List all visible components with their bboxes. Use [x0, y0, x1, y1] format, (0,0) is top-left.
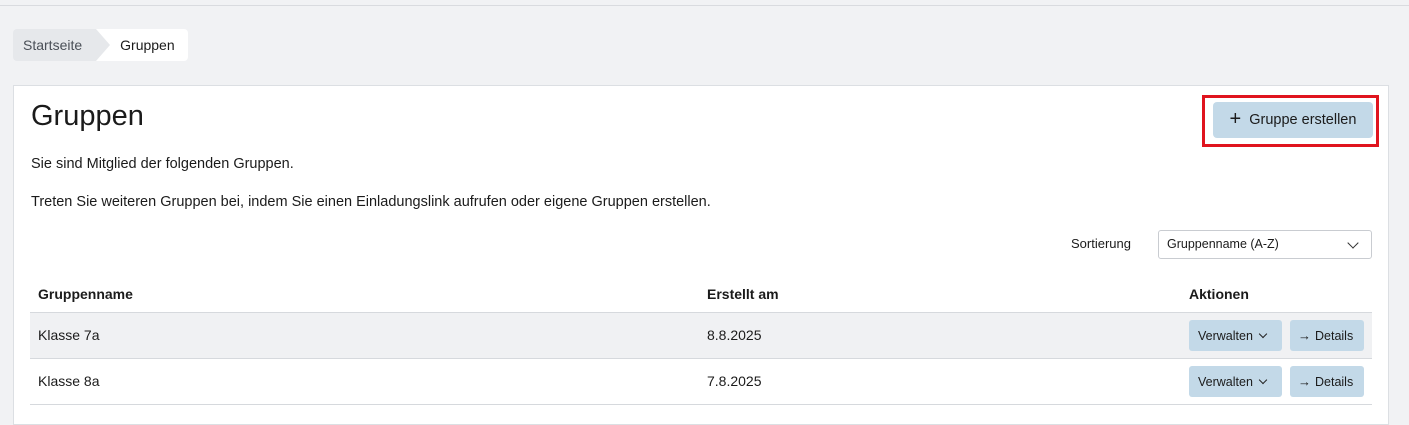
- header-created: Erstellt am: [707, 286, 779, 302]
- top-divider: [0, 5, 1409, 6]
- description-join: Treten Sie weiteren Gruppen bei, indem S…: [31, 194, 711, 210]
- page-title: Gruppen: [31, 100, 144, 132]
- group-created: 8.8.2025: [707, 327, 762, 343]
- details-label: Details: [1315, 328, 1354, 343]
- manage-label: Verwalten: [1198, 374, 1253, 389]
- header-group-name: Gruppenname: [38, 286, 133, 302]
- sort-selected-value: Gruppenname (A-Z): [1167, 237, 1279, 251]
- group-name: Klasse 7a: [38, 327, 100, 343]
- chevron-down-icon: [1347, 237, 1359, 249]
- chevron-down-icon: [1258, 375, 1268, 384]
- sort-select[interactable]: Gruppenname (A-Z): [1158, 230, 1372, 259]
- row-actions: Verwalten → Details: [1189, 366, 1364, 397]
- table-header: Gruppenname Erstellt am Aktionen: [30, 276, 1372, 313]
- create-group-label: Gruppe erstellen: [1249, 112, 1357, 128]
- table-row: Klasse 7a 8.8.2025 Verwalten → Details: [30, 313, 1372, 359]
- manage-button[interactable]: Verwalten: [1189, 366, 1282, 397]
- arrow-right-icon: →: [1298, 328, 1311, 343]
- group-name: Klasse 8a: [38, 373, 100, 389]
- table-row: Klasse 8a 7.8.2025 Verwalten → Details: [30, 359, 1372, 405]
- row-actions: Verwalten → Details: [1189, 320, 1364, 351]
- breadcrumb-home-link[interactable]: Startseite: [13, 29, 111, 61]
- description-membership: Sie sind Mitglied der folgenden Gruppen.: [31, 156, 294, 172]
- breadcrumb: Startseite Gruppen: [13, 29, 188, 61]
- details-button[interactable]: → Details: [1290, 320, 1364, 351]
- details-button[interactable]: → Details: [1290, 366, 1364, 397]
- chevron-down-icon: [1258, 329, 1268, 338]
- header-actions: Aktionen: [1189, 286, 1249, 302]
- details-label: Details: [1315, 374, 1354, 389]
- create-group-button[interactable]: + Gruppe erstellen: [1213, 102, 1373, 138]
- manage-label: Verwalten: [1198, 328, 1253, 343]
- groups-card: Gruppen Sie sind Mitglied der folgenden …: [13, 85, 1389, 425]
- arrow-right-icon: →: [1298, 374, 1311, 389]
- manage-button[interactable]: Verwalten: [1189, 320, 1282, 351]
- group-created: 7.8.2025: [707, 373, 762, 389]
- sort-label: Sortierung: [1071, 236, 1131, 251]
- plus-icon: +: [1229, 108, 1242, 130]
- groups-table: Gruppenname Erstellt am Aktionen Klasse …: [30, 276, 1372, 405]
